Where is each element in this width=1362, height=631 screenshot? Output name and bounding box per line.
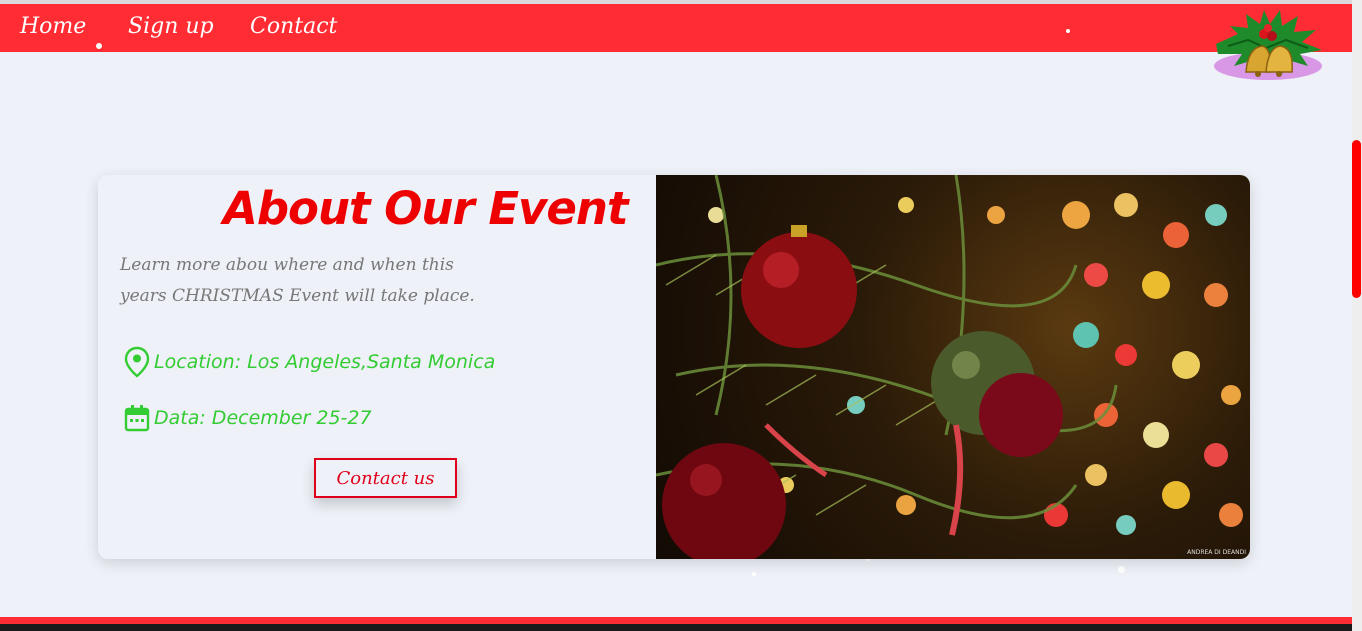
contact-us-button[interactable]: Contact us [314, 458, 457, 498]
nav-link-home[interactable]: Home [20, 14, 86, 39]
about-description: Learn more abou where and when this year… [120, 255, 475, 306]
snowflake [96, 43, 102, 49]
nav-link-contact[interactable]: Contact [250, 14, 337, 39]
about-title: About Our Event [223, 182, 628, 235]
about-card: About Our Event Learn more abou where an… [98, 175, 1250, 559]
location-text: Location: Los Angeles,Santa Monica [154, 351, 496, 373]
date-text: Data: December 25-27 [154, 407, 372, 429]
footer-edge [0, 624, 1352, 631]
christmas-tree-photo: ANDREA DI DEANDI [656, 175, 1250, 559]
calendar-icon [124, 405, 150, 432]
location-row: Location: Los Angeles,Santa Monica [124, 346, 495, 378]
snowflake [1118, 566, 1125, 573]
scrollbar-thumb[interactable] [1352, 140, 1361, 298]
map-pin-icon [124, 346, 150, 378]
photo-credit: ANDREA DI DEANDI [1187, 549, 1246, 556]
christmas-tree-image [656, 175, 1243, 559]
snowflake [752, 572, 756, 576]
snowflake [1066, 29, 1070, 33]
christmas-bells-icon [1214, 10, 1322, 80]
scrollbar-track[interactable] [1352, 0, 1362, 631]
date-row: Data: December 25-27 [124, 404, 372, 432]
nav-link-signup[interactable]: Sign up [128, 14, 214, 39]
navbar: Home Sign up Contact [0, 4, 1352, 52]
